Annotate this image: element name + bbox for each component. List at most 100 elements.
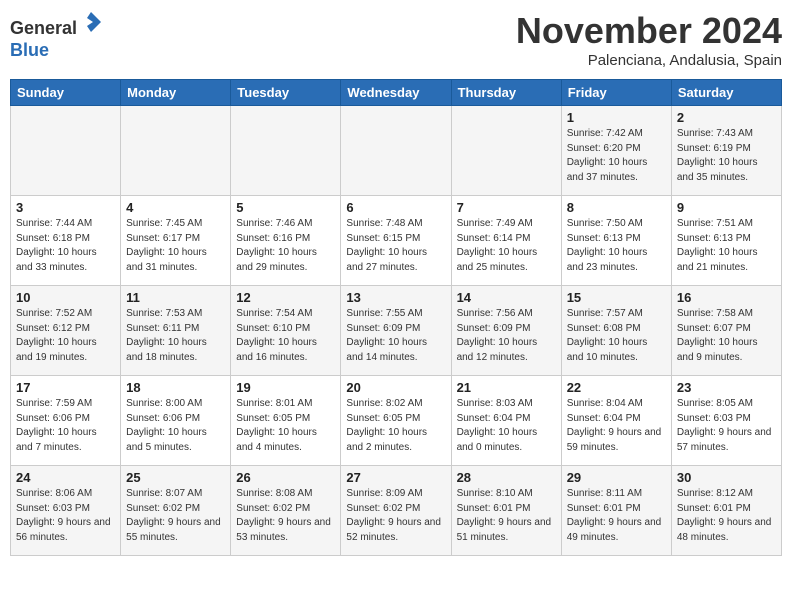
- day-info: Sunrise: 8:12 AM Sunset: 6:01 PM Dayligh…: [677, 487, 776, 545]
- day-number: 20: [346, 380, 445, 395]
- week-row-4: 17 Sunrise: 7:59 AM Sunset: 6:06 PM Dayli…: [11, 376, 782, 466]
- day-info: Sunrise: 8:10 AM Sunset: 6:01 PM Dayligh…: [457, 487, 556, 545]
- day-info: Sunrise: 7:43 AM Sunset: 6:19 PM Dayligh…: [677, 127, 776, 185]
- calendar-cell: 20 Sunrise: 8:02 AM Sunset: 6:05 PM Dayli…: [341, 376, 451, 466]
- calendar-cell: [231, 106, 341, 196]
- title-block: November 2024 Palenciana, Andalusia, Spa…: [516, 10, 782, 69]
- calendar-cell: 17 Sunrise: 7:59 AM Sunset: 6:06 PM Dayli…: [11, 376, 121, 466]
- calendar-cell: 6 Sunrise: 7:48 AM Sunset: 6:15 PM Daylig…: [341, 196, 451, 286]
- calendar-cell: 3Sunrise: 7:44 AM Sunset: 6:18 PM Daylig…: [11, 196, 121, 286]
- calendar-cell: 7 Sunrise: 7:49 AM Sunset: 6:14 PM Daylig…: [451, 196, 561, 286]
- day-number: 17: [16, 380, 115, 395]
- day-info: Sunrise: 8:06 AM Sunset: 6:03 PM Dayligh…: [16, 487, 115, 545]
- calendar-cell: 22 Sunrise: 8:04 AM Sunset: 6:04 PM Dayli…: [561, 376, 671, 466]
- day-info: Sunrise: 8:05 AM Sunset: 6:03 PM Dayligh…: [677, 397, 776, 455]
- calendar-cell: 4 Sunrise: 7:45 AM Sunset: 6:17 PM Daylig…: [121, 196, 231, 286]
- day-number: 11: [126, 290, 225, 305]
- weekday-header-friday: Friday: [561, 80, 671, 106]
- day-info: Sunrise: 7:48 AM Sunset: 6:15 PM Dayligh…: [346, 217, 445, 275]
- logo-general: General: [10, 18, 77, 38]
- day-number: 18: [126, 380, 225, 395]
- calendar-cell: 11 Sunrise: 7:53 AM Sunset: 6:11 PM Dayli…: [121, 286, 231, 376]
- logo: General Blue: [10, 10, 103, 61]
- day-number: 23: [677, 380, 776, 395]
- day-info: Sunrise: 7:56 AM Sunset: 6:09 PM Dayligh…: [457, 307, 556, 365]
- day-info: Sunrise: 7:55 AM Sunset: 6:09 PM Dayligh…: [346, 307, 445, 365]
- calendar-cell: [341, 106, 451, 196]
- calendar-cell: 26 Sunrise: 8:08 AM Sunset: 6:02 PM Dayli…: [231, 466, 341, 556]
- logo-icon: [79, 10, 103, 34]
- calendar-cell: 18 Sunrise: 8:00 AM Sunset: 6:06 PM Dayli…: [121, 376, 231, 466]
- day-info: Sunrise: 8:04 AM Sunset: 6:04 PM Dayligh…: [567, 397, 666, 455]
- calendar-cell: 19 Sunrise: 8:01 AM Sunset: 6:05 PM Dayli…: [231, 376, 341, 466]
- day-number: 19: [236, 380, 335, 395]
- page-header: General Blue November 2024 Palenciana, A…: [10, 10, 782, 69]
- day-number: 28: [457, 470, 556, 485]
- calendar-cell: 14 Sunrise: 7:56 AM Sunset: 6:09 PM Dayli…: [451, 286, 561, 376]
- calendar-cell: 16Sunrise: 7:58 AM Sunset: 6:07 PM Dayli…: [671, 286, 781, 376]
- calendar-cell: 9 Sunrise: 7:51 AM Sunset: 6:13 PM Daylig…: [671, 196, 781, 286]
- day-info: Sunrise: 7:45 AM Sunset: 6:17 PM Dayligh…: [126, 217, 225, 275]
- weekday-header-row: SundayMondayTuesdayWednesdayThursdayFrid…: [11, 80, 782, 106]
- weekday-header-thursday: Thursday: [451, 80, 561, 106]
- day-number: 4: [126, 200, 225, 215]
- day-number: 25: [126, 470, 225, 485]
- day-info: Sunrise: 8:00 AM Sunset: 6:06 PM Dayligh…: [126, 397, 225, 455]
- day-info: Sunrise: 8:08 AM Sunset: 6:02 PM Dayligh…: [236, 487, 335, 545]
- day-info: Sunrise: 7:50 AM Sunset: 6:13 PM Dayligh…: [567, 217, 666, 275]
- day-number: 7: [457, 200, 556, 215]
- day-info: Sunrise: 7:54 AM Sunset: 6:10 PM Dayligh…: [236, 307, 335, 365]
- calendar-cell: 27Sunrise: 8:09 AM Sunset: 6:02 PM Dayli…: [341, 466, 451, 556]
- day-number: 12: [236, 290, 335, 305]
- day-info: Sunrise: 8:11 AM Sunset: 6:01 PM Dayligh…: [567, 487, 666, 545]
- day-info: Sunrise: 7:42 AM Sunset: 6:20 PM Dayligh…: [567, 127, 666, 185]
- week-row-1: 1 Sunrise: 7:42 AM Sunset: 6:20 PM Daylig…: [11, 106, 782, 196]
- calendar-cell: [11, 106, 121, 196]
- day-info: Sunrise: 7:52 AM Sunset: 6:12 PM Dayligh…: [16, 307, 115, 365]
- calendar-cell: 8 Sunrise: 7:50 AM Sunset: 6:13 PM Daylig…: [561, 196, 671, 286]
- weekday-header-monday: Monday: [121, 80, 231, 106]
- day-info: Sunrise: 8:07 AM Sunset: 6:02 PM Dayligh…: [126, 487, 225, 545]
- day-number: 15: [567, 290, 666, 305]
- day-number: 1: [567, 110, 666, 125]
- day-number: 16: [677, 290, 776, 305]
- day-number: 22: [567, 380, 666, 395]
- day-info: Sunrise: 7:53 AM Sunset: 6:11 PM Dayligh…: [126, 307, 225, 365]
- week-row-5: 24 Sunrise: 8:06 AM Sunset: 6:03 PM Dayli…: [11, 466, 782, 556]
- calendar-cell: 24 Sunrise: 8:06 AM Sunset: 6:03 PM Dayli…: [11, 466, 121, 556]
- day-number: 24: [16, 470, 115, 485]
- calendar-cell: 10 Sunrise: 7:52 AM Sunset: 6:12 PM Dayli…: [11, 286, 121, 376]
- calendar-cell: 29 Sunrise: 8:11 AM Sunset: 6:01 PM Dayli…: [561, 466, 671, 556]
- day-number: 8: [567, 200, 666, 215]
- day-number: 10: [16, 290, 115, 305]
- day-info: Sunrise: 7:49 AM Sunset: 6:14 PM Dayligh…: [457, 217, 556, 275]
- day-number: 14: [457, 290, 556, 305]
- location: Palenciana, Andalusia, Spain: [516, 52, 782, 69]
- day-info: Sunrise: 8:01 AM Sunset: 6:05 PM Dayligh…: [236, 397, 335, 455]
- day-number: 13: [346, 290, 445, 305]
- calendar-cell: [121, 106, 231, 196]
- day-info: Sunrise: 8:09 AM Sunset: 6:02 PM Dayligh…: [346, 487, 445, 545]
- day-number: 3: [16, 200, 115, 215]
- day-number: 2: [677, 110, 776, 125]
- day-info: Sunrise: 7:46 AM Sunset: 6:16 PM Dayligh…: [236, 217, 335, 275]
- calendar-cell: 2 Sunrise: 7:43 AM Sunset: 6:19 PM Daylig…: [671, 106, 781, 196]
- day-info: Sunrise: 8:03 AM Sunset: 6:04 PM Dayligh…: [457, 397, 556, 455]
- calendar-cell: 15 Sunrise: 7:57 AM Sunset: 6:08 PM Dayli…: [561, 286, 671, 376]
- day-info: Sunrise: 7:57 AM Sunset: 6:08 PM Dayligh…: [567, 307, 666, 365]
- weekday-header-sunday: Sunday: [11, 80, 121, 106]
- calendar-cell: 21Sunrise: 8:03 AM Sunset: 6:04 PM Dayli…: [451, 376, 561, 466]
- day-info: Sunrise: 7:59 AM Sunset: 6:06 PM Dayligh…: [16, 397, 115, 455]
- calendar-cell: 5Sunrise: 7:46 AM Sunset: 6:16 PM Daylig…: [231, 196, 341, 286]
- day-number: 26: [236, 470, 335, 485]
- calendar-cell: 1 Sunrise: 7:42 AM Sunset: 6:20 PM Daylig…: [561, 106, 671, 196]
- day-number: 6: [346, 200, 445, 215]
- calendar-cell: 13 Sunrise: 7:55 AM Sunset: 6:09 PM Dayli…: [341, 286, 451, 376]
- day-info: Sunrise: 7:51 AM Sunset: 6:13 PM Dayligh…: [677, 217, 776, 275]
- calendar-cell: 12 Sunrise: 7:54 AM Sunset: 6:10 PM Dayli…: [231, 286, 341, 376]
- calendar-cell: 28 Sunrise: 8:10 AM Sunset: 6:01 PM Dayli…: [451, 466, 561, 556]
- day-number: 29: [567, 470, 666, 485]
- week-row-2: 3Sunrise: 7:44 AM Sunset: 6:18 PM Daylig…: [11, 196, 782, 286]
- day-info: Sunrise: 8:02 AM Sunset: 6:05 PM Dayligh…: [346, 397, 445, 455]
- day-number: 9: [677, 200, 776, 215]
